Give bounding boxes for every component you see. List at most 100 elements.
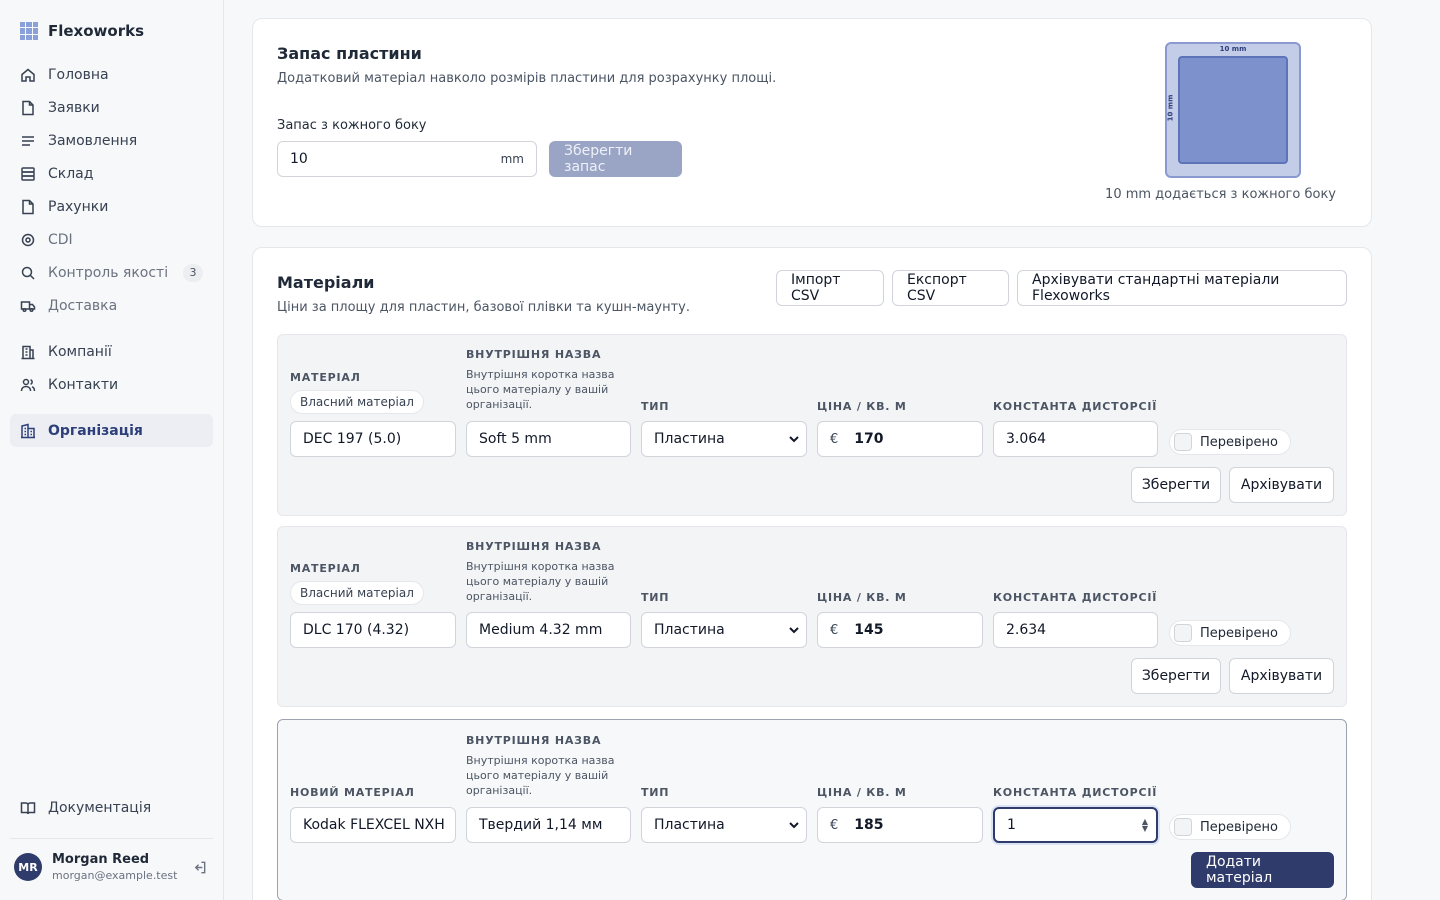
verified-checkbox[interactable] (1174, 433, 1192, 451)
type-select[interactable]: Пластина (641, 421, 807, 457)
material-row: МАТЕРІАЛ Власний матеріал DLC 170 (4.32)… (277, 526, 1347, 707)
price-input[interactable]: € 170 (817, 421, 983, 457)
distortion-input[interactable]: 3.064 (993, 421, 1158, 457)
type-caption: ТИП (641, 786, 670, 799)
chevron-down-icon (789, 627, 799, 634)
materials-subtitle: Ціни за площу для пластин, базової плівк… (277, 300, 690, 315)
avatar[interactable]: MR (14, 853, 42, 881)
building-icon (21, 345, 35, 359)
nav-item-cdi[interactable]: CDI (10, 223, 213, 256)
nav-label: Головна (48, 66, 109, 83)
app-name: Flexoworks (48, 22, 145, 40)
brand[interactable]: Flexoworks (20, 22, 144, 40)
archive-material-button[interactable]: Архівувати (1229, 658, 1334, 694)
save-material-button[interactable]: Зберегти (1131, 467, 1221, 503)
nav-label: Контакти (48, 376, 119, 393)
internal-help: Внутрішня коротка назва цього матеріалу … (466, 560, 615, 603)
margin-preview: 10 mm 10 mm (1165, 42, 1301, 178)
nav-separator (10, 401, 213, 414)
search-icon (21, 266, 35, 280)
number-stepper-icon[interactable]: ▲ ▼ (1142, 818, 1148, 833)
distortion-input[interactable]: 2.634 (993, 612, 1158, 648)
new-material-row: НОВИЙ МАТЕРІАЛ Kodak FLEXCEL NXH ВНУТРІШ… (277, 719, 1347, 900)
new-internal-name-input[interactable]: Твердий 1,14 мм (466, 807, 631, 843)
add-material-button[interactable]: Додати матеріал (1191, 852, 1334, 888)
nav-label: Заявки (48, 99, 100, 116)
user-name: Morgan Reed (52, 852, 150, 867)
nav-item-requests[interactable]: Заявки (10, 91, 213, 124)
margin-field-label: Запас з кожного боку (277, 118, 427, 133)
type-value: Пластина (654, 622, 725, 638)
truck-icon (20, 300, 36, 312)
chevron-down-icon (789, 822, 799, 829)
list-icon (22, 135, 34, 146)
nav-item-delivery[interactable]: Доставка (10, 289, 213, 322)
price-value: 170 (854, 431, 884, 447)
home-icon (21, 68, 35, 82)
type-value: Пластина (654, 431, 725, 447)
internal-caption: ВНУТРІШНЯ НАЗВА (466, 540, 602, 553)
materials-card: Матеріали Ціни за площу для пластин, баз… (252, 247, 1372, 900)
materials-title: Матеріали (277, 273, 375, 292)
organization-icon (21, 423, 35, 438)
internal-name-input[interactable]: Medium 4.32 mm (466, 612, 631, 648)
archive-material-button[interactable]: Архівувати (1229, 467, 1334, 503)
new-distortion-input[interactable]: 1 ▲ ▼ (993, 807, 1158, 843)
verified-toggle[interactable]: Перевірено (1169, 814, 1291, 840)
type-select[interactable]: Пластина (641, 612, 807, 648)
price-value: 145 (854, 622, 884, 638)
preview-top-label: 10 mm (1219, 45, 1247, 53)
plate-margin-subtitle: Додатковий матеріал навколо розмірів пла… (277, 71, 777, 86)
nav-label: Компанії (48, 343, 112, 360)
nav-item-quality[interactable]: Контроль якості 3 (10, 256, 213, 289)
nav-label: Замовлення (48, 132, 138, 149)
chevron-down-icon (789, 436, 799, 443)
internal-col: ВНУТРІШНЯ НАЗВА Внутрішня коротка назва … (466, 540, 616, 604)
save-material-button[interactable]: Зберегти (1131, 658, 1221, 694)
verified-toggle[interactable]: Перевірено (1169, 620, 1291, 646)
verified-label: Перевірено (1200, 625, 1278, 641)
distortion-caption: КОНСТАНТА ДИСТОРСІЇ (993, 786, 1158, 799)
own-material-badge: Власний матеріал (290, 581, 424, 605)
nav-item-contacts[interactable]: Контакти (10, 368, 213, 401)
verified-checkbox[interactable] (1174, 818, 1192, 836)
export-csv-button[interactable]: Експорт CSV (892, 270, 1009, 306)
user-profile: MR Morgan Reed morgan@example.test (10, 838, 213, 882)
import-csv-button[interactable]: Імпорт CSV (776, 270, 884, 306)
plate-margin-title: Запас пластини (277, 44, 422, 63)
margin-input[interactable]: 10 mm (277, 141, 537, 177)
nav-item-home[interactable]: Головна (10, 58, 213, 91)
main-nav: Головна Заявки Замовлення Склад Рахунки … (10, 58, 213, 447)
file-icon (22, 199, 34, 214)
verified-label: Перевірено (1200, 819, 1278, 835)
nav-item-orders[interactable]: Замовлення (10, 124, 213, 157)
nav-item-organization[interactable]: Організація (10, 414, 213, 447)
currency-symbol: € (830, 431, 839, 447)
nav-item-warehouse[interactable]: Склад (10, 157, 213, 190)
nav-item-invoices[interactable]: Рахунки (10, 190, 213, 223)
new-price-input[interactable]: € 185 (817, 807, 983, 843)
internal-col: ВНУТРІШНЯ НАЗВА Внутрішня коротка назва … (466, 734, 616, 798)
new-material-name-input[interactable]: Kodak FLEXCEL NXH (290, 807, 456, 843)
nav-item-companies[interactable]: Компанії (10, 335, 213, 368)
internal-help: Внутрішня коротка назва цього матеріалу … (466, 368, 615, 411)
archive-standard-materials-button[interactable]: Архівувати стандартні матеріали Flexowor… (1017, 270, 1347, 306)
material-col: МАТЕРІАЛ Власний матеріал (290, 371, 424, 414)
own-material-badge: Власний матеріал (290, 390, 424, 414)
verified-toggle[interactable]: Перевірено (1169, 429, 1291, 455)
price-caption: ЦІНА / КВ. М (817, 591, 907, 604)
verified-checkbox[interactable] (1174, 624, 1192, 642)
material-name-input[interactable]: DLC 170 (4.32) (290, 612, 456, 648)
new-type-select[interactable]: Пластина (641, 807, 807, 843)
distortion-value: 1 (1007, 817, 1016, 833)
material-name-input[interactable]: DEC 197 (5.0) (290, 421, 456, 457)
documentation-label: Документація (48, 800, 152, 816)
internal-caption: ВНУТРІШНЯ НАЗВА (466, 348, 602, 361)
documentation-link[interactable]: Документація (20, 800, 151, 816)
distortion-caption: КОНСТАНТА ДИСТОРСІЇ (993, 591, 1158, 604)
price-input[interactable]: € 145 (817, 612, 983, 648)
logout-icon[interactable] (192, 860, 207, 875)
nav-label: Склад (48, 165, 94, 182)
save-margin-button[interactable]: Зберегти запас (549, 141, 682, 177)
internal-name-input[interactable]: Soft 5 mm (466, 421, 631, 457)
